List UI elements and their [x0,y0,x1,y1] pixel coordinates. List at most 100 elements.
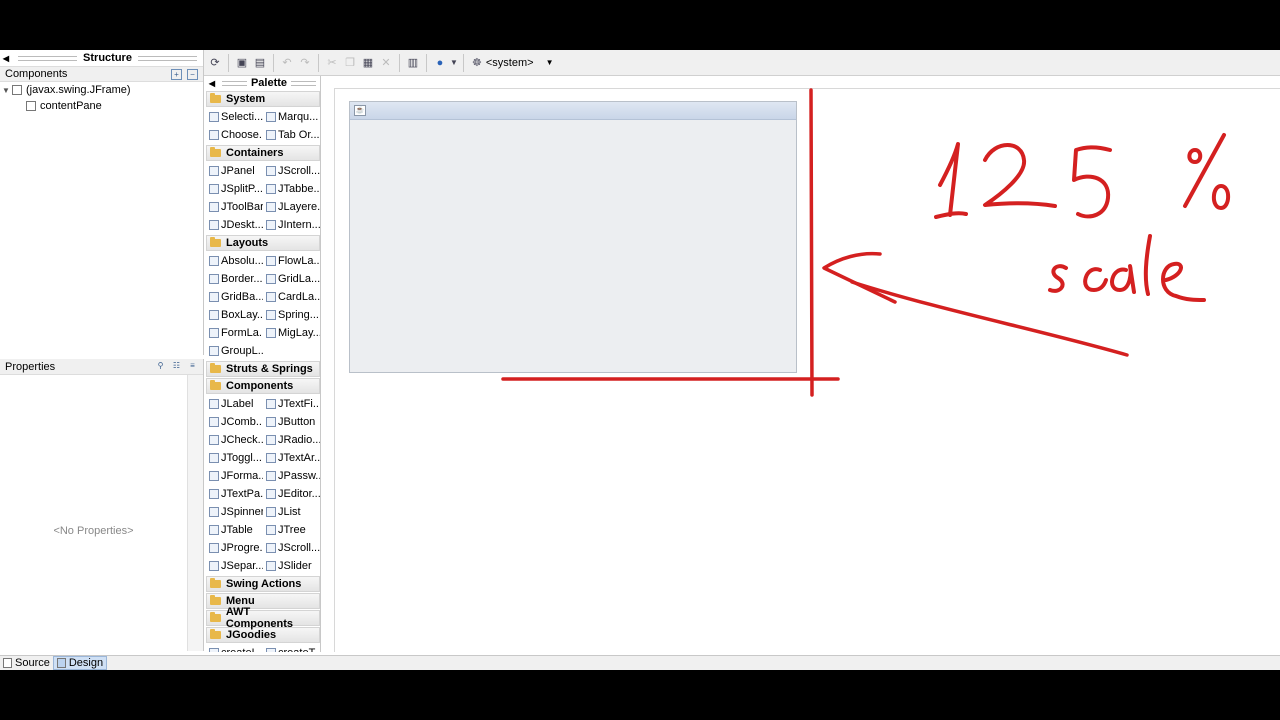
palette-item[interactable]: JTree [263,521,320,539]
palette-item-label: createL... [221,647,263,652]
component-icon [266,184,276,194]
chevron-down-icon[interactable]: ▼ [546,58,554,67]
palette-item[interactable]: JScroll... [263,162,320,180]
palette-item[interactable]: Border... [206,270,263,288]
palette-item[interactable]: createL... [206,644,263,652]
component-icon [209,435,219,445]
palette-item[interactable]: Tab Or... [263,126,320,144]
palette-item[interactable]: BoxLay... [206,306,263,324]
palette-item[interactable]: FormLa... [206,324,263,342]
preview-icon[interactable]: ▣ [234,55,250,71]
palette-item[interactable]: JComb... [206,413,263,431]
palette-item[interactable]: JSplitP... [206,180,263,198]
toolbar-separator [318,53,319,72]
tree-node-jframe[interactable]: ▼ (javax.swing.JFrame) [0,82,203,98]
tree-node-contentpane[interactable]: contentPane [0,98,203,114]
palette-item[interactable]: GridLa... [263,270,320,288]
folder-icon [210,595,221,605]
palette-category[interactable]: System [206,91,320,107]
redo-icon[interactable]: ↷ [297,55,313,71]
undo-icon[interactable]: ↶ [279,55,295,71]
palette-category[interactable]: Layouts [206,235,320,251]
look-and-feel-select[interactable]: ☸ <system> ▼ [472,56,554,70]
collapse-arrow-icon[interactable]: ◀ [206,79,218,88]
design-icon [56,658,66,668]
chevron-down-icon[interactable]: ▼ [450,55,458,71]
palette-item[interactable]: Spring... [263,306,320,324]
menu-icon[interactable]: ≡ [187,361,198,372]
properties-scrollbar[interactable] [187,375,203,651]
palette-item[interactable]: Marqu... [263,108,320,126]
globe-icon[interactable]: ● [432,55,448,71]
palette-item[interactable]: JSlider [263,557,320,575]
palette-item[interactable]: JRadio... [263,431,320,449]
palette-item[interactable]: JIntern... [263,216,320,234]
palette-item[interactable]: JLayere... [263,198,320,216]
palette-category[interactable]: AWT Components [206,606,320,630]
palette-category[interactable]: Containers [206,145,320,161]
palette-item[interactable]: JProgre... [206,539,263,557]
palette-item[interactable]: JTextFi... [263,395,320,413]
chevron-down-icon[interactable]: ▼ [0,86,12,95]
palette-item[interactable]: JCheck... [206,431,263,449]
delete-icon[interactable]: ✕ [378,55,394,71]
test-gui-icon[interactable]: ⟳ [207,55,223,71]
component-icon [266,310,276,320]
palette-item[interactable]: JToggl... [206,449,263,467]
folder-icon [210,380,221,390]
palette-item[interactable]: GridBa... [206,288,263,306]
frame-icon [12,85,22,95]
layout-icon[interactable]: ▥ [405,55,421,71]
copy-icon[interactable]: ❐ [342,55,358,71]
component-icon [209,310,219,320]
collapse-all-icon[interactable]: − [187,68,198,80]
jframe-preview[interactable]: ☕ [349,101,797,373]
palette-item[interactable]: JForma... [206,467,263,485]
palette-item[interactable]: Absolu... [206,252,263,270]
palette-item[interactable]: JButton [263,413,320,431]
palette-category[interactable]: Struts & Springs [206,361,320,377]
tab-design[interactable]: Design [52,656,108,670]
palette-item[interactable]: JTabbe... [263,180,320,198]
refresh-icon[interactable]: ▤ [252,55,268,71]
palette-item[interactable]: JSpinner [206,503,263,521]
palette-item[interactable]: Selecti... [206,108,263,126]
palette-item[interactable]: JTextPa... [206,485,263,503]
paste-icon[interactable]: ▦ [360,55,376,71]
palette-item-label: Choose... [221,129,263,141]
palette-title-bar[interactable]: ◀ Palette [206,76,320,90]
jframe-title-bar[interactable]: ☕ [350,102,796,120]
advanced-properties-icon[interactable]: ☷ [171,361,182,372]
palette-item[interactable]: CardLa... [263,288,320,306]
show-events-icon[interactable]: ⚲ [155,361,166,372]
tab-source[interactable]: Source [0,656,53,670]
palette-items: createL... createT... [206,644,320,652]
cut-icon[interactable]: ✂ [324,55,340,71]
collapse-arrow-icon[interactable]: ◀ [0,54,12,63]
structure-title-bar[interactable]: ◀ Structure [0,50,203,66]
component-icon [266,202,276,212]
palette-item[interactable]: createT... [263,644,320,652]
palette-item[interactable]: JTextAr... [263,449,320,467]
palette-item[interactable]: JToolBar [206,198,263,216]
palette-item[interactable]: JList [263,503,320,521]
palette-item[interactable]: JPassw... [263,467,320,485]
palette-item-label: JLabel [221,398,254,410]
palette-item-label: JComb... [221,416,263,428]
palette-item[interactable]: JDeskt... [206,216,263,234]
palette-item[interactable]: FlowLa... [263,252,320,270]
palette-item[interactable]: JPanel [206,162,263,180]
palette-item[interactable]: JEditor... [263,485,320,503]
palette-item[interactable]: JSepar... [206,557,263,575]
expand-all-icon[interactable]: + [171,68,182,80]
palette-item[interactable]: MigLay... [263,324,320,342]
components-header: Components + − [0,66,203,82]
palette-item[interactable]: GroupL... [206,342,263,360]
palette-item[interactable]: JTable [206,521,263,539]
palette-item[interactable]: JLabel [206,395,263,413]
palette-item[interactable]: Choose... [206,126,263,144]
palette-category[interactable]: Swing Actions [206,576,320,592]
palette-item[interactable]: JScroll... [263,539,320,557]
palette-category[interactable]: Components [206,378,320,394]
component-icon [209,112,219,122]
